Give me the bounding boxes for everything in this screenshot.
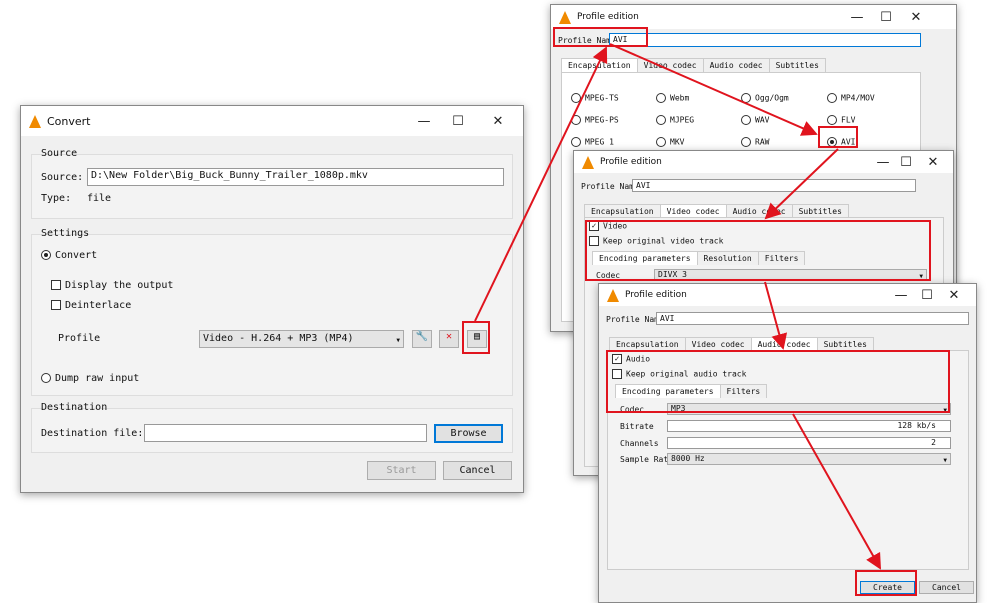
tab-video-codec[interactable]: Video codec: [636, 58, 704, 72]
window-title: Profile edition: [600, 157, 662, 167]
tab-bar: Encapsulation Video codec Audio codec Su…: [561, 58, 826, 72]
window-title: Convert: [47, 114, 91, 128]
profile-select[interactable]: Video - H.264 + MP3 (MP4): [199, 330, 404, 349]
window-title: Profile edition: [625, 290, 687, 300]
vlc-cone-icon: [582, 155, 594, 169]
convert-dialog: Convert — ☐ ✕ Source Source: D:\New Fold…: [20, 105, 524, 493]
format-radio-wav[interactable]: WAV: [741, 115, 769, 125]
cancel-button[interactable]: Cancel: [443, 461, 512, 480]
tab-audio-codec[interactable]: Audio codec: [725, 204, 793, 218]
start-button[interactable]: Start: [367, 461, 436, 480]
vlc-cone-icon: [559, 10, 571, 24]
cancel-button[interactable]: Cancel: [919, 581, 974, 594]
edit-profile-button[interactable]: 🔧: [412, 330, 432, 348]
highlight-new-profile: [462, 321, 490, 354]
tab-encapsulation[interactable]: Encapsulation: [561, 58, 638, 72]
tab-bar: Encapsulation Video codec Audio codec Su…: [609, 337, 874, 351]
deinterlace-checkbox[interactable]: Deinterlace: [51, 300, 131, 311]
delete-profile-button[interactable]: ✕: [439, 330, 459, 348]
channels-label: Channels: [620, 439, 659, 448]
profile-edition-audio: Profile edition — ☐ ✕ Profile Name AVI E…: [598, 283, 977, 603]
tab-video-codec[interactable]: Video codec: [684, 337, 752, 351]
highlight-audio-settings: [606, 350, 950, 413]
minimize-button[interactable]: —: [409, 106, 439, 136]
highlight-create: [855, 570, 917, 596]
settings-group: [31, 234, 513, 396]
destination-label: Destination file:: [41, 428, 144, 439]
tab-encapsulation[interactable]: Encapsulation: [609, 337, 686, 351]
minimize-button[interactable]: —: [842, 5, 872, 29]
close-button[interactable]: ✕: [918, 151, 948, 173]
profile-name-field[interactable]: AVI: [656, 312, 969, 325]
vlc-cone-icon: [607, 288, 619, 302]
tab-bar: Encapsulation Video codec Audio codec Su…: [584, 204, 849, 218]
type-value: file: [87, 193, 112, 204]
close-button[interactable]: ✕: [901, 5, 931, 29]
profile-name-field[interactable]: AVI: [632, 179, 916, 192]
maximize-button[interactable]: ☐: [912, 284, 942, 306]
settings-group-label: Settings: [41, 228, 90, 239]
format-radio-mp4-mov[interactable]: MP4/MOV: [827, 93, 875, 103]
source-group-label: Source: [41, 148, 78, 159]
format-radio-mpeg-ps[interactable]: MPEG-PS: [571, 115, 619, 125]
tab-subtitles[interactable]: Subtitles: [816, 337, 874, 351]
profile-name-label: Profile Name: [581, 182, 639, 191]
close-button[interactable]: ✕: [483, 106, 513, 136]
type-label: Type:: [41, 193, 72, 204]
destination-field[interactable]: [144, 424, 427, 442]
maximize-button[interactable]: ☐: [891, 151, 921, 173]
highlight-video-settings: [585, 220, 931, 281]
close-button[interactable]: ✕: [939, 284, 969, 306]
tab-encapsulation[interactable]: Encapsulation: [584, 204, 661, 218]
format-radio-flv[interactable]: FLV: [827, 115, 855, 125]
sample-rate-label: Sample Rate: [620, 455, 673, 464]
tab-subtitles[interactable]: Subtitles: [768, 58, 826, 72]
dump-raw-radio[interactable]: Dump raw input: [41, 373, 139, 384]
source-label: Source:: [41, 172, 84, 183]
bitrate-spinbox[interactable]: 128 kb/s: [667, 420, 951, 432]
source-field[interactable]: D:\New Folder\Big_Buck_Bunny_Trailer_108…: [87, 168, 504, 186]
format-radio-mpeg-1[interactable]: MPEG 1: [571, 137, 614, 147]
channels-spinbox[interactable]: 2: [667, 437, 951, 449]
display-output-checkbox[interactable]: Display the output: [51, 280, 173, 291]
maximize-button[interactable]: ☐: [443, 106, 473, 136]
format-radio-raw[interactable]: RAW: [741, 137, 769, 147]
sample-rate-select[interactable]: 8000 Hz: [667, 453, 951, 466]
tab-audio-codec[interactable]: Audio codec: [702, 58, 770, 72]
format-radio-mkv[interactable]: MKV: [656, 137, 684, 147]
format-radio-mpeg-ts[interactable]: MPEG-TS: [571, 93, 619, 103]
tab-video-codec[interactable]: Video codec: [659, 204, 727, 218]
bitrate-label: Bitrate: [620, 422, 654, 431]
tab-subtitles[interactable]: Subtitles: [791, 204, 849, 218]
highlight-profile-name: [553, 27, 648, 47]
format-radio-webm[interactable]: Webm: [656, 93, 689, 103]
convert-radio[interactable]: Convert: [41, 250, 97, 261]
window-title: Profile edition: [577, 12, 639, 22]
destination-group-label: Destination: [41, 402, 108, 413]
profile-name-field[interactable]: AVI: [609, 33, 921, 47]
profile-label: Profile: [58, 333, 101, 344]
format-radio-mjpeg[interactable]: MJPEG: [656, 115, 694, 125]
maximize-button[interactable]: ☐: [871, 5, 901, 29]
format-radio-ogg-ogm[interactable]: Ogg/Ogm: [741, 93, 789, 103]
browse-button[interactable]: Browse: [434, 424, 503, 443]
source-group: [31, 154, 513, 219]
highlight-avi: [818, 126, 858, 148]
vlc-cone-icon: [29, 114, 41, 128]
tab-audio-codec[interactable]: Audio codec: [750, 337, 818, 351]
